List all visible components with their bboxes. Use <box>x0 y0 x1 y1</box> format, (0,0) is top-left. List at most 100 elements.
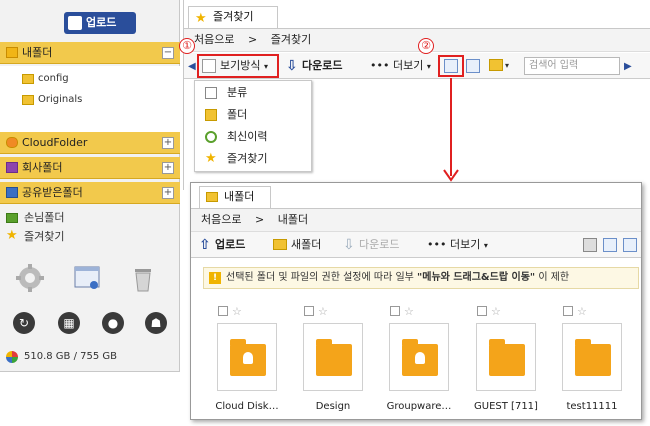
collapse-icon[interactable]: − <box>162 47 174 59</box>
folder-card[interactable] <box>562 323 622 391</box>
folder-card[interactable] <box>217 323 277 391</box>
sidebar-item-shared-folder[interactable]: 공유받은폴더 + <box>0 182 180 204</box>
more-button[interactable]: ••• 더보기 ▾ <box>427 232 488 259</box>
select-checkbox[interactable] <box>477 306 487 316</box>
window-search-icon[interactable] <box>72 262 104 294</box>
folder-icon <box>205 109 217 121</box>
download-label: 다운로드 <box>302 59 343 72</box>
new-folder-icon <box>273 239 287 250</box>
menu-item-folder[interactable]: 폴더 <box>195 104 313 126</box>
arrow-right-icon[interactable]: ▶ <box>624 61 632 72</box>
tab-favorites[interactable]: ★ 즐겨찾기 <box>188 6 278 28</box>
more-label: ••• 더보기 <box>370 59 424 72</box>
tab-label: 내폴더 <box>224 190 255 203</box>
select-checkbox[interactable] <box>390 306 400 316</box>
folder-tree: config Originals <box>0 66 180 132</box>
file-name: test11111 <box>566 401 618 412</box>
folder-icon <box>206 192 218 202</box>
guest-folder-icon <box>6 213 18 223</box>
sidebar-item-my-folder[interactable]: 내폴더 − <box>0 42 180 64</box>
android-icon[interactable]: ☗ <box>145 312 167 334</box>
storage-text: 510.8 GB / 755 GB <box>24 351 118 362</box>
menu-item-recent-history[interactable]: 최신이력 <box>195 126 313 148</box>
file-name: GUEST [711] <box>474 401 538 412</box>
sidebar: 업로드 내폴더 − config Originals CloudFolder +… <box>0 0 180 372</box>
windows-icon[interactable]: ▦ <box>58 312 80 334</box>
storage-usage: 510.8 GB / 755 GB <box>6 350 176 364</box>
breadcrumb: 처음으로 > 즐겨찾기 <box>184 28 650 52</box>
select-checkbox[interactable] <box>304 306 314 316</box>
sidebar-item-label: 즐겨찾기 <box>24 230 65 243</box>
annotation-arrow <box>443 78 459 182</box>
tree-item-label: config <box>38 73 69 84</box>
warning-icon: ! <box>209 272 221 284</box>
settings-gear-icon[interactable] <box>14 262 46 294</box>
tab-label: 즐겨찾기 <box>213 10 254 23</box>
menu-item-favorites[interactable]: ★ 즐겨찾기 <box>195 148 313 170</box>
view-mode-label: 보기방식 <box>220 59 261 72</box>
person-icon <box>415 352 425 364</box>
sidebar-item-cloud-folder[interactable]: CloudFolder + <box>0 132 180 154</box>
select-checkbox[interactable] <box>218 306 228 316</box>
thumbnail-view-icon[interactable] <box>444 59 458 73</box>
tree-item-originals[interactable]: Originals <box>22 93 82 107</box>
shared-folder-icon <box>230 339 266 376</box>
detail-view-icon[interactable] <box>466 59 480 73</box>
tree-item-config[interactable]: config <box>22 72 69 86</box>
sidebar-item-favorites[interactable]: ★ 즐겨찾기 <box>6 229 64 245</box>
favorite-star-icon[interactable]: ☆ <box>404 306 414 317</box>
permission-notice: ! 선택된 폴더 및 파일의 권한 설정에 따라 일부 "메뉴와 드래그&드랍 … <box>203 267 639 289</box>
upload-button-label: 업로드 <box>86 16 117 29</box>
shared-folder-icon <box>6 187 18 198</box>
thumbnail-view-icon[interactable] <box>603 238 617 252</box>
arrow-left-icon[interactable]: ◀ <box>188 61 196 72</box>
view-mode-button[interactable]: 보기방식 ▾ <box>202 53 268 80</box>
tab-my-folder[interactable]: 내폴더 <box>199 186 271 208</box>
toolbar: ◀ 보기방식 ▾ ⇩ 다운로드 ••• 더보기 ▾ ▾ 검색어 입력 ▶ <box>184 53 650 79</box>
list-view-icon <box>202 59 216 73</box>
detail-view-icon[interactable] <box>623 238 637 252</box>
folder-icon <box>575 339 611 376</box>
chevron-down-icon[interactable]: ▾ <box>505 61 509 70</box>
select-checkbox[interactable] <box>563 306 573 316</box>
expand-icon[interactable]: + <box>162 162 174 174</box>
new-folder-button[interactable]: 새폴더 <box>273 232 321 258</box>
my-folder-window: 내폴더 처음으로 > 내폴더 ⇧ 업로드 새폴더 ⇩ 다운로드 ••• 더보기 … <box>190 182 642 420</box>
favorite-star-icon[interactable]: ☆ <box>318 306 328 317</box>
view-mode-menu: 분류 폴더 최신이력 ★ 즐겨찾기 <box>194 80 312 172</box>
breadcrumb-home[interactable]: 처음으로 <box>201 213 241 226</box>
more-button[interactable]: ••• 더보기 ▾ <box>370 53 431 80</box>
apple-icon[interactable]: ● <box>102 312 124 334</box>
folder-icon <box>22 74 34 84</box>
upload-button[interactable]: ⇧ 업로드 <box>199 232 245 258</box>
info-panel-icon[interactable] <box>583 238 597 252</box>
download-button[interactable]: ⇩ 다운로드 <box>286 53 342 79</box>
breadcrumb-current: 내폴더 <box>277 213 309 226</box>
folder-filter-icon[interactable] <box>489 59 503 71</box>
download-icon: ⇩ <box>286 58 298 74</box>
upload-button[interactable]: 업로드 <box>64 12 136 34</box>
sidebar-item-label: 손님폴더 <box>24 211 65 224</box>
folder-card[interactable] <box>476 323 536 391</box>
favorite-star-icon[interactable]: ☆ <box>577 306 587 317</box>
sidebar-item-label: CloudFolder <box>22 136 88 149</box>
shared-folder-icon <box>402 339 438 376</box>
upload-icon: ⇧ <box>199 237 211 253</box>
sidebar-item-label: 내폴더 <box>22 46 53 59</box>
trash-icon[interactable] <box>127 262 159 294</box>
folder-card[interactable] <box>303 323 363 391</box>
sidebar-item-company-folder[interactable]: 회사폴더 + <box>0 157 180 179</box>
folder-card[interactable] <box>389 323 449 391</box>
menu-item-category[interactable]: 분류 <box>195 82 313 104</box>
expand-icon[interactable]: + <box>162 187 174 199</box>
favorite-star-icon[interactable]: ☆ <box>232 306 242 317</box>
sync-icon[interactable]: ↻ <box>13 312 35 334</box>
download-button: ⇩ 다운로드 <box>343 232 399 258</box>
chevron-down-icon: ▾ <box>426 62 431 71</box>
search-input[interactable]: 검색어 입력 <box>524 57 620 75</box>
favorite-star-icon[interactable]: ☆ <box>491 306 501 317</box>
breadcrumb-home[interactable]: 처음으로 <box>194 33 234 46</box>
sidebar-item-guest-folder[interactable]: 손님폴더 <box>6 210 64 226</box>
cloud-icon <box>6 137 18 148</box>
expand-icon[interactable]: + <box>162 137 174 149</box>
